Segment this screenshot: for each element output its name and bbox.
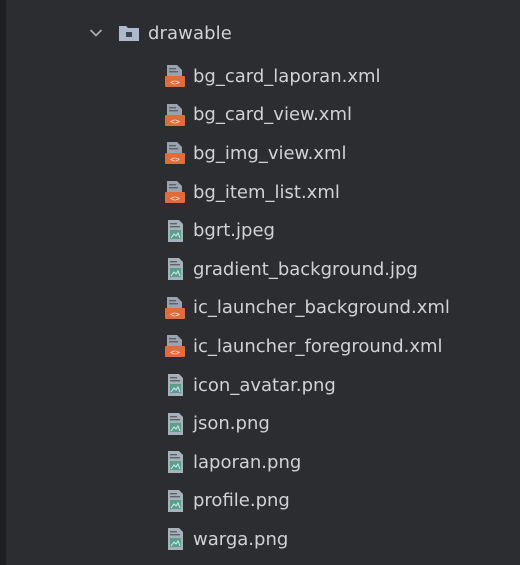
chevron-down-icon[interactable]	[86, 23, 106, 43]
file-name: profile.png	[193, 490, 290, 512]
xml-file-icon: <>	[164, 296, 186, 320]
file-item[interactable]: <> bg_card_view.xml	[164, 96, 450, 135]
file-item[interactable]: gradient_background.jpg	[164, 250, 450, 289]
file-item[interactable]: json.png	[164, 404, 450, 443]
image-file-icon	[164, 412, 186, 436]
file-name: bg_card_view.xml	[193, 104, 352, 126]
image-file-icon	[164, 257, 186, 281]
svg-text:<>: <>	[170, 348, 180, 357]
file-name: bg_item_list.xml	[193, 181, 340, 203]
file-list: <> bg_card_laporan.xml <> bg_card_view.xml <…	[164, 57, 450, 559]
image-file-icon	[164, 489, 186, 513]
file-item[interactable]: warga.png	[164, 520, 450, 559]
folder-label: drawable	[148, 22, 232, 44]
file-item[interactable]: icon_avatar.png	[164, 366, 450, 405]
image-file-icon	[164, 450, 186, 474]
file-name: gradient_background.jpg	[193, 258, 418, 280]
image-file-icon	[164, 373, 186, 397]
file-item[interactable]: <> ic_launcher_background.xml	[164, 289, 450, 328]
file-name: json.png	[193, 413, 270, 435]
file-item[interactable]: laporan.png	[164, 443, 450, 482]
folder-row-drawable[interactable]: drawable	[86, 18, 232, 48]
svg-text:<>: <>	[170, 78, 180, 87]
file-name: laporan.png	[193, 451, 302, 473]
project-tree-panel: drawable <> bg_card_laporan.xml <> bg_card_…	[0, 0, 520, 565]
folder-icon	[118, 24, 140, 42]
file-name: ic_launcher_background.xml	[193, 297, 450, 319]
svg-text:<>: <>	[170, 117, 180, 126]
xml-file-icon: <>	[164, 64, 186, 88]
file-name: warga.png	[193, 528, 289, 550]
xml-file-icon: <>	[164, 141, 186, 165]
xml-file-icon: <>	[164, 334, 186, 358]
xml-file-icon: <>	[164, 103, 186, 127]
file-item[interactable]: bgrt.jpeg	[164, 211, 450, 250]
file-name: bg_card_laporan.xml	[193, 65, 381, 87]
file-item[interactable]: <> bg_img_view.xml	[164, 134, 450, 173]
file-name: bgrt.jpeg	[193, 220, 275, 242]
image-file-icon	[164, 527, 186, 551]
file-item[interactable]: <> bg_item_list.xml	[164, 173, 450, 212]
svg-text:<>: <>	[170, 155, 180, 164]
svg-text:<>: <>	[170, 310, 180, 319]
svg-text:<>: <>	[170, 194, 180, 203]
image-file-icon	[164, 219, 186, 243]
file-name: bg_img_view.xml	[193, 142, 347, 164]
file-name: ic_launcher_foreground.xml	[193, 335, 443, 357]
file-item[interactable]: <> bg_card_laporan.xml	[164, 57, 450, 96]
xml-file-icon: <>	[164, 180, 186, 204]
file-name: icon_avatar.png	[193, 374, 336, 396]
file-item[interactable]: profile.png	[164, 482, 450, 521]
file-item[interactable]: <> ic_launcher_foreground.xml	[164, 327, 450, 366]
